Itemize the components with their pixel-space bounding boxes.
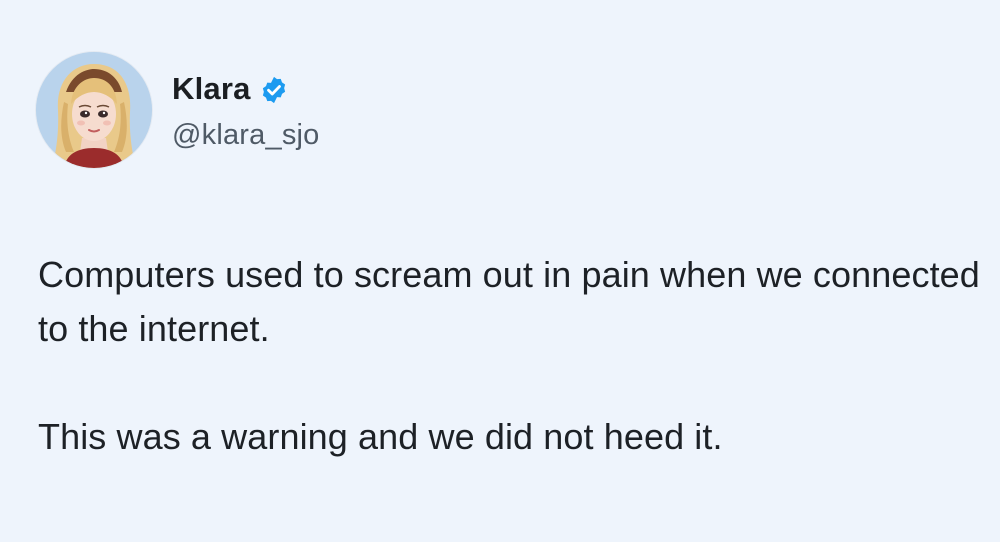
author-identity: Klara @klara_sjo: [172, 69, 320, 152]
tweet-paragraph: Computers used to scream out in pain whe…: [38, 254, 980, 349]
avatar[interactable]: [36, 52, 152, 168]
tweet-paragraph: This was a warning and we did not heed i…: [38, 416, 723, 457]
avatar-illustration: [36, 52, 152, 168]
tweet-text: Computers used to scream out in pain whe…: [38, 248, 988, 464]
display-name[interactable]: Klara: [172, 71, 251, 107]
tweet-card: Klara @klara_sjo Computers used to screa…: [0, 0, 1000, 542]
verified-badge-icon: [259, 75, 289, 105]
name-row: Klara: [172, 69, 320, 109]
tweet-header: Klara @klara_sjo: [36, 52, 320, 168]
user-handle[interactable]: @klara_sjo: [172, 119, 320, 152]
